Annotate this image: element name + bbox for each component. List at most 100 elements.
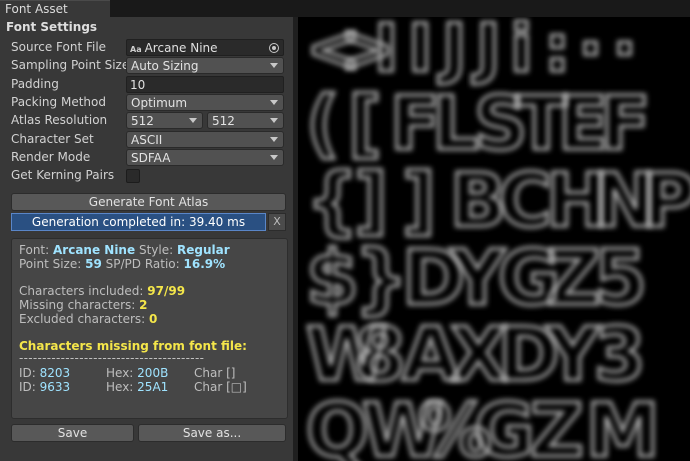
- char-cell: Char []: [194, 366, 235, 380]
- missing-value: 2: [139, 298, 148, 312]
- atlas-glyph: 3: [594, 312, 646, 398]
- packing-row: Packing Method Optimum: [11, 94, 289, 111]
- chevron-down-icon: [270, 63, 278, 68]
- font-info-line: Font: Arcane Nine Style: Regular: [19, 243, 230, 257]
- included-value: 97/99: [147, 284, 186, 298]
- atlas-glyph: J: [438, 17, 467, 87]
- hex-value: 25A1: [137, 380, 169, 394]
- atlas-glyph: ·: [612, 17, 637, 87]
- char-cell: Char [□]: [194, 380, 247, 394]
- id-value: 9633: [39, 380, 71, 394]
- char-value: [□]: [226, 380, 247, 394]
- included-line: Characters included: 97/99: [19, 284, 185, 298]
- ratio-value: 16.9%: [183, 257, 226, 271]
- render-mode-label: Render Mode: [11, 150, 91, 164]
- source-font-field[interactable]: Aa Arcane Nine: [126, 39, 284, 56]
- font-file-icon: Aa: [130, 45, 142, 54]
- settings-panel: Font Settings Source Font File Aa Arcane …: [0, 17, 293, 461]
- source-font-value: Arcane Nine: [144, 41, 218, 55]
- excluded-label: Excluded characters:: [19, 312, 146, 326]
- atlas-glyph: 8: [354, 312, 406, 398]
- font-info-label: Font:: [19, 243, 50, 257]
- char-value: []: [226, 366, 236, 380]
- separator: ----------------------------------------: [19, 351, 205, 365]
- atlas-glyph: ·: [578, 17, 603, 87]
- atlas-glyph: Z: [546, 233, 601, 322]
- packing-value: Optimum: [131, 96, 188, 110]
- save-as-button[interactable]: Save as...: [138, 424, 286, 442]
- missing-row: ID: 8203: [19, 366, 70, 380]
- style-info-label: Style:: [138, 243, 174, 257]
- style-info-value: Regular: [176, 243, 230, 257]
- atlas-glyph: F: [600, 81, 651, 167]
- padding-input[interactable]: 10: [126, 76, 284, 93]
- padding-row: Padding 10: [11, 76, 289, 93]
- char-label: Char: [194, 380, 223, 394]
- font-info-value: Arcane Nine: [53, 243, 136, 257]
- charset-dropdown[interactable]: ASCII: [126, 131, 284, 148]
- sampling-label: Sampling Point Size: [11, 58, 130, 72]
- atlas-glyph: i: [510, 17, 533, 87]
- atlas-glyph: I: [408, 17, 433, 87]
- atlas-width-dropdown[interactable]: 512: [126, 112, 203, 129]
- atlas-glyph: M: [586, 388, 660, 461]
- packing-label: Packing Method: [11, 95, 106, 109]
- point-size-label: Point Size:: [19, 257, 82, 271]
- object-picker-icon[interactable]: [269, 43, 279, 53]
- atlas-glyph: :: [544, 17, 570, 87]
- charset-row: Character Set ASCII: [11, 131, 289, 148]
- atlas-glyph: ]: [354, 158, 388, 244]
- tab-bar: Font Asset Creator: [0, 0, 690, 30]
- source-font-row: Source Font File Aa Arcane Nine: [11, 39, 289, 56]
- atlas-glyph: (: [306, 81, 340, 167]
- atlas-glyph: G: [474, 388, 535, 461]
- atlas-glyph: I: [374, 17, 399, 87]
- id-value: 8203: [39, 366, 71, 380]
- generation-progress-bar: Generation completed in: 39.40 ms: [11, 213, 266, 231]
- included-label: Characters included:: [19, 284, 144, 298]
- save-button[interactable]: Save: [11, 424, 134, 442]
- atlas-glyph: Z: [530, 388, 584, 461]
- hex-value: 200B: [137, 366, 169, 380]
- missing-label: Missing characters:: [19, 298, 136, 312]
- kerning-row: Get Kerning Pairs: [11, 167, 289, 184]
- render-mode-row: Render Mode SDFAA: [11, 149, 289, 166]
- atlas-resolution-label: Atlas Resolution: [11, 113, 108, 127]
- atlas-width-value: 512: [131, 114, 154, 128]
- atlas-glyph: [: [348, 81, 382, 167]
- kerning-checkbox[interactable]: [126, 169, 140, 183]
- kerning-label: Get Kerning Pairs: [11, 168, 115, 182]
- sampling-row: Sampling Point Size Auto Sizing: [11, 57, 289, 74]
- atlas-glyph: J: [472, 17, 501, 87]
- padding-label: Padding: [11, 77, 59, 91]
- atlas-height-dropdown[interactable]: 512: [207, 112, 284, 129]
- tab-font-asset-creator[interactable]: Font Asset Creator: [0, 0, 110, 30]
- hex-label: Hex:: [106, 380, 134, 394]
- section-title: Font Settings: [6, 20, 98, 34]
- info-panel: Font: Arcane Nine Style: Regular Point S…: [11, 238, 288, 419]
- generate-atlas-button[interactable]: Generate Font Atlas: [11, 193, 286, 211]
- atlas-resolution-row: Atlas Resolution 512 512: [11, 112, 289, 129]
- point-size-line: Point Size: 59 SP/PD Ratio: 16.9%: [19, 257, 225, 271]
- packing-dropdown[interactable]: Optimum: [126, 94, 284, 111]
- atlas-glyph: Q: [306, 388, 369, 461]
- hex-cell: Hex: 25A1: [106, 380, 168, 394]
- atlas-preview-canvas: <>I I J Ji: · ·([FLSTEF{]] BCHNP$}DYGZ5W8AXDY3…: [305, 17, 690, 461]
- sampling-value: Auto Sizing: [131, 59, 199, 73]
- point-size-value: 59: [85, 257, 102, 271]
- atlas-glyph: ]: [402, 158, 436, 244]
- hex-cell: Hex: 200B: [106, 366, 168, 380]
- render-mode-dropdown[interactable]: SDFAA: [126, 149, 284, 166]
- chevron-down-icon: [270, 155, 278, 160]
- charset-value: ASCII: [131, 133, 163, 147]
- excluded-line: Excluded characters: 0: [19, 312, 157, 326]
- atlas-preview: < > I I J Ji: · ·([F L S T E F{]] B C H N P $} D Y G Z 5 W 8 A X D Y 3…: [298, 17, 690, 461]
- close-progress-button[interactable]: X: [268, 213, 286, 231]
- sampling-dropdown[interactable]: Auto Sizing: [126, 57, 284, 74]
- atlas-glyph: C: [498, 158, 552, 244]
- missing-row: ID: 9633: [19, 380, 70, 394]
- render-mode-value: SDFAA: [131, 151, 171, 165]
- atlas-glyph: P: [642, 158, 690, 244]
- chevron-down-icon: [270, 118, 278, 123]
- ratio-label: SP/PD Ratio:: [105, 257, 180, 271]
